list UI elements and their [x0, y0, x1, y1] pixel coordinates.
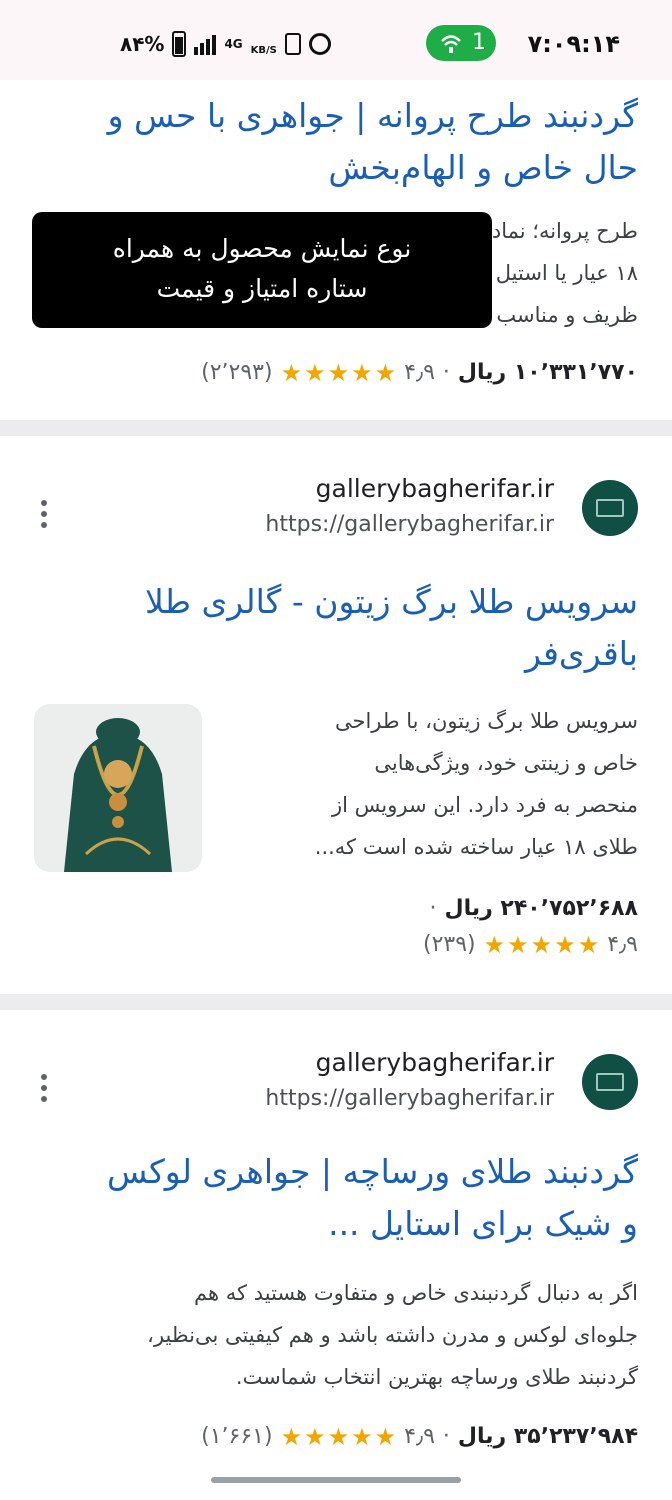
alarm-icon — [308, 33, 331, 55]
separator-dot: · — [442, 360, 450, 385]
vibrate-icon — [284, 33, 301, 55]
speed-unit: KB/S — [250, 44, 277, 56]
hotspot-count: 1 — [472, 30, 486, 55]
snippet-line: طلای ۱۸ عیار ساخته شده است که... — [314, 835, 638, 859]
result-card: gallerybagherifar.ir https://gallerybagh… — [0, 436, 672, 994]
snippet-line: ۱۸ عیار یا استیل — [495, 261, 638, 285]
necklace-image-icon — [34, 704, 202, 872]
rating-value: ۴٫۹ — [404, 1424, 435, 1449]
tooltip-line: نوع نمایش محصول به همراه — [112, 234, 412, 263]
rating-stars: ★ ★ ★ ★ ★ — [281, 1425, 397, 1449]
result-card: gallerybagherifar.ir https://gallerybagh… — [0, 1010, 672, 1480]
hotspot-pill[interactable]: 1 — [426, 25, 496, 61]
snippet-line: خاص و زینتی خود، ویژگی‌هایی — [374, 751, 638, 775]
review-count: (۲٬۲۹۳) — [201, 360, 273, 385]
snippet-line: طرح پروانه؛ نماد — [491, 219, 638, 243]
rating-stars: ★ ★ ★ ★ ★ — [281, 361, 397, 385]
snippet-line: سرویس طلا برگ زیتون، با طراحی — [334, 709, 638, 733]
site-name: gallerybagherifar.ir — [315, 474, 554, 503]
star-icon: ★ — [351, 1422, 373, 1451]
separator-dot: · — [429, 896, 437, 921]
result-snippet: اگر به دنبال گردنبندی خاص و متفاوت هستید… — [34, 1272, 638, 1398]
site-url: https://gallerybagherifar.ir — [265, 512, 554, 537]
star-icon: ★ — [374, 358, 397, 387]
review-count: (۱٬۶۶۱) — [201, 1424, 273, 1449]
price: ۲۴۰٬۷۵۲٬۶۸۸ ریال — [444, 896, 638, 921]
result-title[interactable]: سرویس طلا برگ زیتون - گالری طلا باقری‌فر — [145, 576, 638, 680]
site-row[interactable]: gallerybagherifar.ir https://gallerybagh… — [38, 474, 638, 544]
result-title-line: باقری‌فر — [524, 634, 638, 673]
star-icon: ★ — [554, 930, 576, 959]
result-title-line: گردنبند طرح پروانه | جواهری با حس و — [107, 96, 638, 135]
rating-value: ۴٫۹ — [404, 360, 435, 385]
separator-dot: · — [442, 1424, 450, 1449]
rating-stars: ★ ★ ★ ★ ★ — [484, 933, 600, 957]
star-icon: ★ — [327, 1422, 350, 1451]
star-icon: ★ — [530, 930, 553, 959]
result-title-line: سرویس طلا برگ زیتون - گالری طلا — [145, 582, 638, 621]
price-row: ۲۴۰٬۷۵۲٬۶۸۸ ریال · — [429, 896, 638, 921]
snippet-line: اگر به دنبال گردنبندی خاص و متفاوت هستید… — [194, 1281, 638, 1305]
site-url: https://gallerybagherifar.ir — [265, 1086, 554, 1111]
snippet-line: ظریف و مناسب — [496, 303, 638, 327]
clock: ۷:۰۹:۱۴ — [527, 30, 620, 58]
star-icon: ★ — [374, 1422, 397, 1451]
more-options-icon[interactable] — [38, 500, 50, 528]
signal-icon — [194, 33, 217, 55]
result-title[interactable]: گردنبند طرح پروانه | جواهری با حس و حال … — [108, 90, 638, 194]
star-icon: ★ — [577, 930, 600, 959]
star-icon: ★ — [327, 358, 350, 387]
price: ۳۵٬۲۳۷٬۹۸۴ ریال — [457, 1424, 638, 1449]
result-snippet: سرویس طلا برگ زیتون، با طراحی خاص و زینت… — [238, 700, 638, 868]
star-icon: ★ — [280, 358, 303, 387]
site-name: gallerybagherifar.ir — [315, 1048, 554, 1077]
battery-percent: ۸۴% — [120, 32, 165, 56]
rating-value: ۴٫۹ — [607, 932, 638, 957]
star-icon: ★ — [507, 930, 529, 959]
divider — [0, 994, 672, 1010]
star-icon: ★ — [304, 358, 326, 387]
network-type: 4G — [224, 37, 243, 51]
star-icon: ★ — [351, 358, 373, 387]
star-icon: ★ — [483, 930, 506, 959]
tooltip-line: ستاره امتیاز و قیمت — [156, 274, 368, 303]
result-title-line: و شیک برای استایل ... — [328, 1204, 638, 1243]
price-rating-row: ۳۵٬۲۳۷٬۹۸۴ ریال · ۴٫۹ ★ ★ ★ ★ ★ (۱٬۶۶۱) — [201, 1424, 638, 1449]
snippet-line: گردنبند طلای ورساچه بهترین انتخاب شماست. — [235, 1365, 638, 1389]
annotation-tooltip: نوع نمایش محصول به همراه ستاره امتیاز و … — [32, 212, 492, 328]
wifi-icon — [441, 35, 461, 53]
snippet-line: جلوه‌ای لوکس و مدرن داشته باشد و هم کیفی… — [147, 1323, 638, 1347]
result-snippet: طرح پروانه؛ نماد ۱۸ عیار یا استیل ظریف و… — [492, 210, 638, 336]
status-icons: ۸۴% 4G KB/S — [120, 28, 331, 60]
result-title-line: گردنبند طلای ورساچه | جواهری لوکس — [107, 1152, 638, 1191]
site-favicon — [582, 1054, 638, 1110]
battery-icon — [172, 31, 187, 57]
more-options-icon[interactable] — [38, 1074, 50, 1102]
status-bar: ۸۴% 4G KB/S 1 ۷:۰۹:۱۴ — [0, 0, 672, 80]
rating-row: ۴٫۹ ★ ★ ★ ★ ★ (۲۳۹) — [423, 932, 638, 957]
result-title-line: حال خاص و الهام‌بخش — [328, 148, 638, 187]
snippet-line: منحصر به فرد دارد. این سرویس از — [331, 793, 638, 817]
divider — [0, 420, 672, 436]
gesture-nav-handle[interactable] — [211, 1477, 461, 1483]
star-icon: ★ — [280, 1422, 303, 1451]
result-title[interactable]: گردنبند طلای ورساچه | جواهری لوکس و شیک … — [107, 1146, 638, 1250]
site-favicon — [582, 480, 638, 536]
price: ۱۰٬۳۳۱٬۷۷۰ ریال — [457, 360, 638, 385]
star-icon: ★ — [304, 1422, 326, 1451]
review-count: (۲۳۹) — [423, 932, 476, 957]
product-image[interactable] — [34, 704, 202, 872]
site-row[interactable]: gallerybagherifar.ir https://gallerybagh… — [38, 1048, 638, 1118]
price-rating-row: ۱۰٬۳۳۱٬۷۷۰ ریال · ۴٫۹ ★ ★ ★ ★ ★ (۲٬۲۹۳) — [201, 360, 638, 385]
